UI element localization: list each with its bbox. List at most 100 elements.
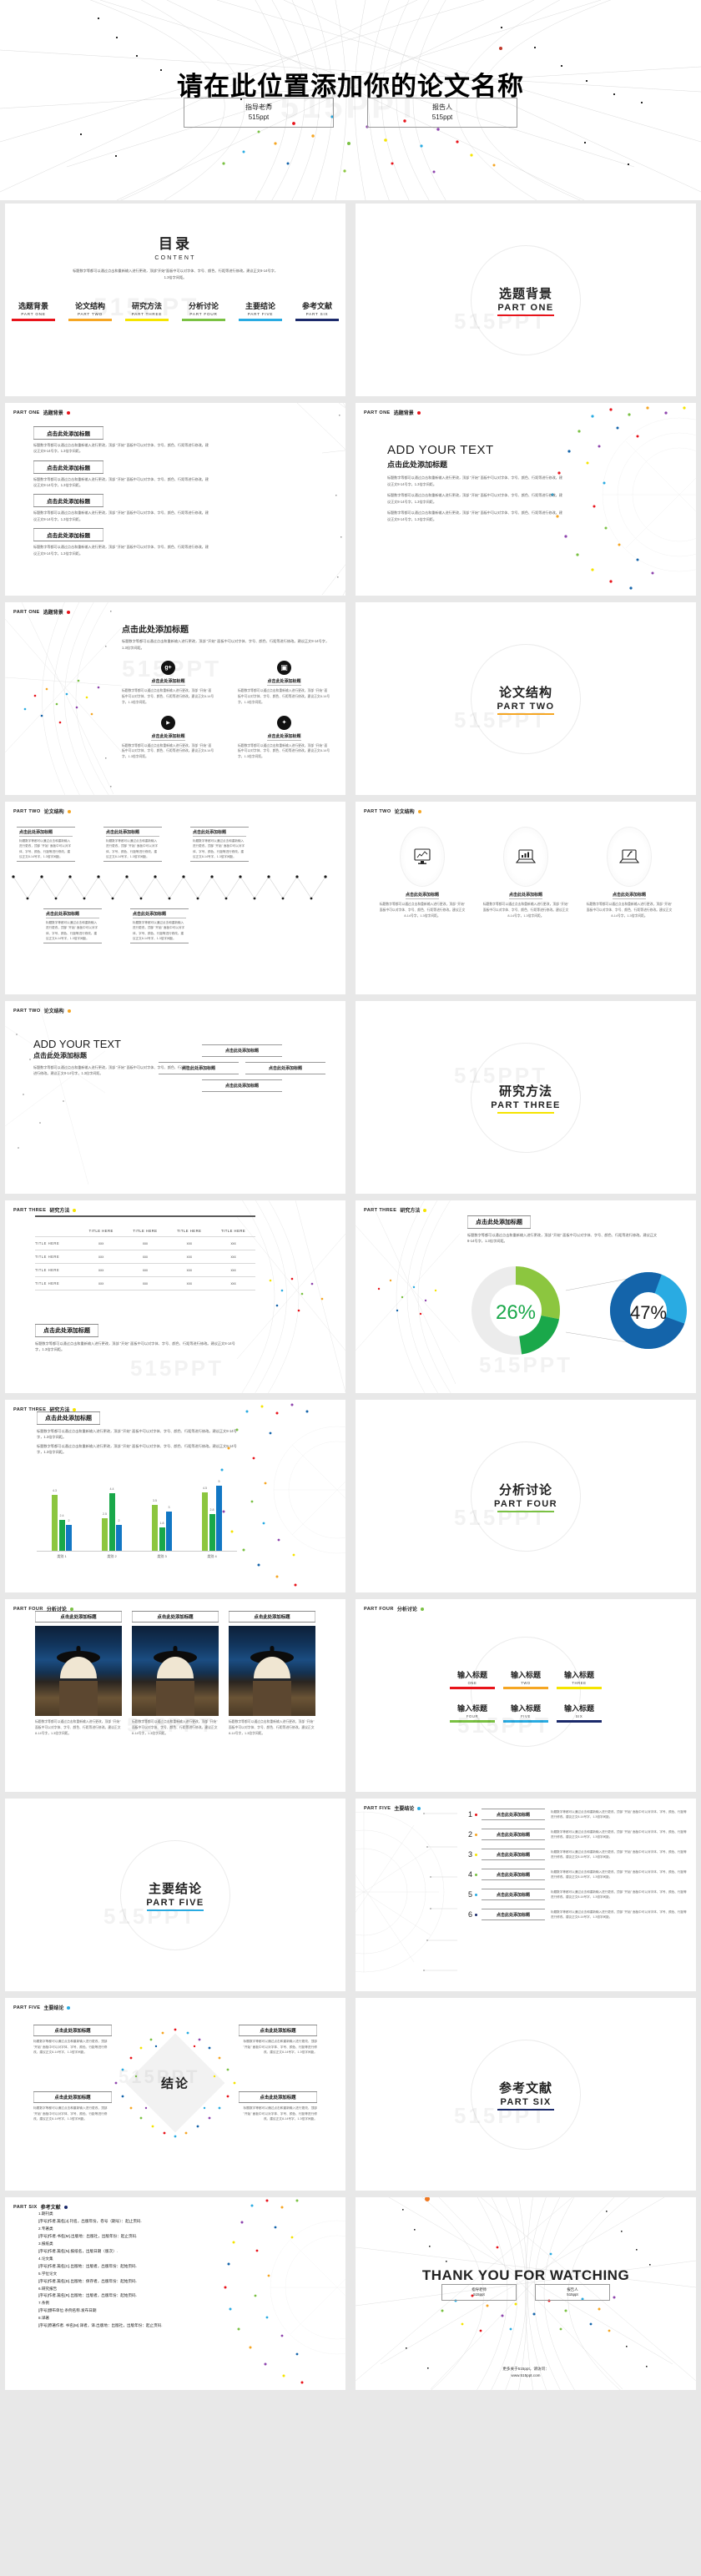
device-card[interactable]: 点击此处添加标题 标题数字等都可以通过点击和重新输入进行更改，顶部 "开始" 面… — [379, 827, 466, 918]
cell: xxx — [123, 1275, 168, 1291]
slide-add-your-text[interactable]: PART ONE 选题背景 ADD YOUR TEXT 点击此处添加标题 标题数… — [356, 403, 696, 596]
slide-zigzag-timeline[interactable]: PART TWO 论文结构 点击此处添加标题 标题数字等都可以通过点击和重新输入… — [5, 802, 345, 994]
numbered-item[interactable]: 4 点击此处添加标题 标题数字等都可以通过点击和重新输入进行更改，顶部 "开始"… — [466, 1869, 689, 1880]
list-item[interactable]: 点击此处添加标题 标题数字等都可以通过点击和重新输入进行更改，顶部 "开始" 面… — [33, 494, 210, 522]
timeline-card[interactable]: 点击此处添加标题 标题数字等都可以通过点击和重新输入进行更改，顶部 "开始" 面… — [103, 827, 162, 863]
item-dot-icon — [475, 1813, 477, 1816]
timeline-card[interactable]: 点击此处添加标题 标题数字等都可以通过点击和重新输入进行更改，顶部 "开始" 面… — [43, 908, 102, 944]
image-card[interactable]: 点击此处添加标题 标题数字等都可以通过点击和重新输入进行更改，顶部 "开始" 面… — [132, 1611, 219, 1737]
table-row: TITLE HERE xxx xxx xxx xxx — [35, 1262, 255, 1277]
label-bar — [503, 1686, 548, 1689]
list-item[interactable]: 点击此处添加标题 标题数字等都可以通过点击和重新输入进行更改，顶部 "开始" 面… — [33, 528, 210, 556]
image-card[interactable]: 点击此处添加标题 标题数字等都可以通过点击和重新输入进行更改，顶部 "开始" 面… — [229, 1611, 315, 1737]
label-box[interactable]: 点击此处添加标题 — [159, 1062, 239, 1074]
slide-numbered-list[interactable]: PART FIVE 主要结论 1 点击此处添加标题 标题数字等都可以通过点击和重… — [356, 1799, 696, 1991]
list-item[interactable]: 点击此处添加标题 标题数字等都可以通过点击和重新输入进行更改，顶部 "开始" 面… — [33, 426, 210, 455]
image-card[interactable]: 点击此处添加标题 标题数字等都可以通过点击和重新输入进行更改，顶部 "开始" 面… — [35, 1611, 122, 1737]
label-cell[interactable]: 输入标题 FOUR — [450, 1703, 495, 1723]
toc-item-five[interactable]: 主要结论 PART FIVE — [239, 300, 282, 322]
footer-line-2[interactable]: www.515ppt.com — [356, 2372, 696, 2378]
social-card[interactable]: ▣ 点击此处添加标题 标题数字等都可以通过点击和重新输入进行更改，顶部 "开始"… — [238, 661, 330, 705]
numbered-item[interactable]: 3 点击此处添加标题 标题数字等都可以通过点击和重新输入进行更改，顶部 "开始"… — [466, 1849, 689, 1860]
device-card[interactable]: 点击此处添加标题 标题数字等都可以通过点击和重新输入进行更改，顶部 "开始" 面… — [482, 827, 569, 918]
timeline-card[interactable]: 点击此处添加标题 标题数字等都可以通过点击和重新输入进行更改，顶部 "开始" 面… — [130, 908, 189, 944]
slide-part-one-list[interactable]: PART ONE 选题背景 点击此处添加标题 标题数字等都可以通过点击和重新输入… — [5, 403, 345, 596]
label-bar — [557, 1719, 602, 1723]
slide-header: PART THREE 研究方法 — [364, 1206, 427, 1214]
toc-item-four[interactable]: 分析讨论 PART FOUR — [182, 300, 225, 322]
label-cell[interactable]: 输入标题 TWO — [503, 1669, 548, 1689]
slide-divider-part-three[interactable]: 515PPT 研究方法 PART THREE — [356, 1001, 696, 1194]
card-body: 标题数字等都可以通过点击和重新输入进行更改，顶部 "开始" 面板中可以对字体、字… — [238, 689, 330, 704]
slide-divider-part-four[interactable]: 515PPT 分析讨论 PART FOUR — [356, 1400, 696, 1592]
toc-item-one[interactable]: 选题背景 PART ONE — [12, 300, 55, 322]
results-table[interactable]: TITLE HERE TITLE HERE TITLE HERE TITLE H… — [35, 1215, 255, 1291]
slide-cell-table: PART THREE 研究方法 515PPT TITLE HERE TITLE … — [0, 1197, 350, 1396]
slide-divider-part-two[interactable]: 515PPT 论文结构 PART TWO — [356, 602, 696, 795]
slide-conclusion[interactable]: PART FIVE 主要结论 结论 点击此处添加标题 标题数字等都可以通过点击和… — [5, 1998, 345, 2191]
slide-divider-part-six[interactable]: 515PPT 参考文献 PART SIX — [356, 1998, 696, 2191]
device-card-row: 点击此处添加标题 标题数字等都可以通过点击和重新输入进行更改，顶部 "开始" 面… — [371, 827, 681, 918]
advisor-value: 515ppt — [248, 113, 270, 121]
numbered-item[interactable]: 1 点击此处添加标题 标题数字等都可以通过点击和重新输入进行更改，顶部 "开始"… — [466, 1809, 689, 1820]
toc-item-bar — [182, 319, 225, 322]
slide-header: PART TWO 论文结构 — [13, 808, 71, 815]
social-card[interactable]: ✦ 点击此处添加标题 标题数字等都可以通过点击和重新输入进行更改，顶部 "开始"… — [238, 715, 330, 760]
cover-info-boxes: 指导老师 515ppt 报告人 515ppt — [0, 98, 701, 128]
donut-chart-group[interactable]: 26% 47% — [464, 1260, 689, 1361]
timeline-card[interactable]: 点击此处添加标题 标题数字等都可以通过点击和重新输入进行更改，顶部 "开始" 面… — [17, 827, 75, 863]
header-cn: 论文结构 — [43, 1009, 64, 1014]
label-en: FIVE — [521, 1713, 531, 1718]
slide-donut-charts[interactable]: PART THREE 研究方法 515PPT 点击此处添加标题 标题数字等都可以… — [356, 1200, 696, 1393]
slide-text-with-boxes[interactable]: PART TWO 论文结构 ADD YOUR TEXT 点击此处添加标题 标题数… — [5, 1001, 345, 1194]
slide-data-table[interactable]: PART THREE 研究方法 515PPT TITLE HERE TITLE … — [5, 1200, 345, 1393]
bar-chart[interactable]: 4.3 2.4 2 2.5 4.4 2 3.5 1.8 3 4.5 2.8 5 … — [37, 1480, 237, 1567]
slide-references[interactable]: PART SIX 参考文献 1.期刊类 [序号]作者.篇名[J].刊名，出版年份… — [5, 2197, 345, 2390]
label-box[interactable]: 点击此处添加标题 — [202, 1079, 282, 1092]
label-cell[interactable]: 输入标题 FIVE — [503, 1703, 548, 1723]
bar: 4.5 — [202, 1487, 208, 1551]
label-cell[interactable]: 输入标题 ONE — [450, 1669, 495, 1689]
numbered-item[interactable]: 5 点击此处添加标题 标题数字等都可以通过点击和重新输入进行更改，顶部 "开始"… — [466, 1889, 689, 1900]
label-cell[interactable]: 输入标题 SIX — [557, 1703, 602, 1723]
slide-social-grid[interactable]: PART ONE 选题背景 515PPT — [5, 602, 345, 795]
conclusion-box[interactable]: 点击此处添加标题 标题数字等都可以通过点击和重新输入进行更改，顶部 "开始" 面… — [239, 2025, 317, 2055]
social-card[interactable]: ▶ 点击此处添加标题 标题数字等都可以通过点击和重新输入进行更改，顶部 "开始"… — [122, 715, 214, 760]
slide-toc[interactable]: 515PPT 目录 CONTENT 标题数字等都可以通过点击和重新输入进行更改，… — [5, 204, 345, 396]
reference-line: [序号]作者.书名[M].出版地：出版社，出版年份：起止页码. — [38, 2233, 138, 2238]
conclusion-box[interactable]: 点击此处添加标题 标题数字等都可以通过点击和重新输入进行更改，顶部 "开始" 面… — [33, 2025, 112, 2055]
bar-value: 2 — [118, 1519, 120, 1522]
slide-image-cards[interactable]: PART FOUR 分析讨论 515PPT 点击此处添加标题 标题数字等都可以通… — [5, 1599, 345, 1792]
slide-divider-part-five[interactable]: 515PPT 主要结论 PART FIVE — [5, 1799, 345, 1991]
toc-item-six[interactable]: 参考文献 PART SIX — [295, 300, 339, 322]
card-body: 标题数字等都可以通过点击和重新输入进行更改，顶部 "开始" 面板中可以对字体、字… — [193, 839, 245, 858]
slide-bar-chart[interactable]: PART THREE 研究方法 点击此处添加标题 标题数字等都可以通过点击和重新… — [5, 1400, 345, 1592]
donut-label-left: 26% — [496, 1301, 536, 1324]
list-item[interactable]: 点击此处添加标题 标题数字等都可以通过点击和重新输入进行更改，顶部 "开始" 面… — [33, 460, 210, 489]
numbered-item[interactable]: 2 点击此处添加标题 标题数字等都可以通过点击和重新输入进行更改，顶部 "开始"… — [466, 1829, 689, 1840]
toc-item-three[interactable]: 研究方法 PART THREE — [125, 300, 169, 322]
header-part: PART FOUR — [364, 1606, 394, 1612]
item-body: 标题数字等都可以通过点击和重新输入进行更改，顶部 "开始" 面板中可以对字体、字… — [33, 443, 209, 454]
item-title: 点击此处添加标题 — [33, 426, 103, 440]
box-title: 点击此处添加标题 — [239, 2025, 317, 2036]
slide-six-labels[interactable]: PART FOUR 分析讨论 515PPT 输入标题 ONE 输入标题 TWO … — [356, 1599, 696, 1792]
slide-cell-timeline: PART TWO 论文结构 点击此处添加标题 标题数字等都可以通过点击和重新输入… — [0, 798, 350, 998]
slide-cell-donuts: PART THREE 研究方法 515PPT 点击此处添加标题 标题数字等都可以… — [350, 1197, 701, 1396]
slide-thank-you[interactable]: THANK YOU FOR WATCHING 指导老师 515ppt 报告人 5… — [356, 2197, 696, 2390]
social-card[interactable]: g+ 点击此处添加标题 标题数字等都可以通过点击和重新输入进行更改，顶部 "开始… — [122, 661, 214, 705]
timeline-card[interactable]: 点击此处添加标题 标题数字等都可以通过点击和重新输入进行更改，顶部 "开始" 面… — [190, 827, 249, 863]
label-cell[interactable]: 输入标题 THREE — [557, 1669, 602, 1689]
device-card[interactable]: 点击此处添加标题 标题数字等都可以通过点击和重新输入进行更改，顶部 "开始" 面… — [586, 827, 673, 918]
desktop-chart-icon — [400, 827, 445, 887]
label-box[interactable]: 点击此处添加标题 — [202, 1044, 282, 1057]
slide-divider-part-one[interactable]: 515PPT 选题背景 PART ONE — [356, 204, 696, 396]
cell: xxx — [123, 1262, 168, 1277]
numbered-item[interactable]: 6 点击此处添加标题 标题数字等都可以通过点击和重新输入进行更改，顶部 "开始"… — [466, 1909, 689, 1920]
slide-device-cards[interactable]: PART TWO 论文结构 点击此处添加标题 标题数字等都可以通过点击和重新输入… — [356, 802, 696, 994]
conclusion-box[interactable]: 点击此处添加标题 标题数字等都可以通过点击和重新输入进行更改，顶部 "开始" 面… — [33, 2091, 112, 2122]
toc-item-two[interactable]: 论文结构 PART TWO — [68, 300, 112, 322]
section-headline: 点击此处添加标题 — [122, 626, 189, 635]
conclusion-box[interactable]: 点击此处添加标题 标题数字等都可以通过点击和重新输入进行更改，顶部 "开始" 面… — [239, 2091, 317, 2122]
label-box[interactable]: 点击此处添加标题 — [245, 1062, 325, 1074]
